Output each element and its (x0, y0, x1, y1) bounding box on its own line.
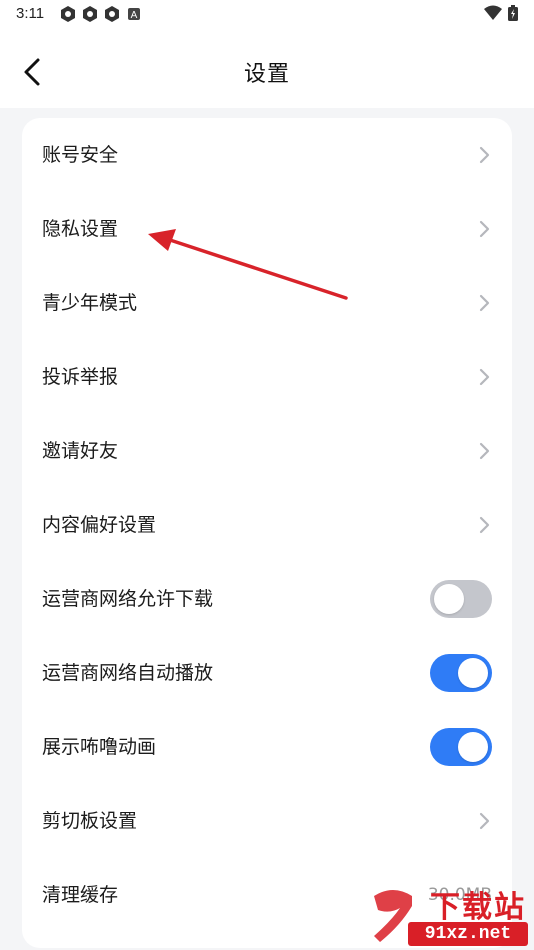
mobile-download-toggle[interactable] (430, 580, 492, 618)
wifi-icon (484, 5, 502, 20)
page-title: 设置 (243, 62, 290, 87)
mobile-autoplay-toggle[interactable] (430, 654, 492, 692)
toggle-knob (458, 732, 488, 762)
settings-item-account-security[interactable]: 账号安全 (22, 118, 512, 192)
show-animation-toggle[interactable] (430, 728, 492, 766)
settings-item-label: 内容偏好设置 (42, 514, 157, 536)
settings-item-teen-mode[interactable]: 青少年模式 (22, 266, 512, 340)
settings-item-invite-friends[interactable]: 邀请好友 (22, 414, 512, 488)
toggle-knob (458, 658, 488, 688)
app-notification-icon (105, 6, 119, 22)
settings-item-label: 隐私设置 (42, 218, 119, 240)
settings-item-clipboard[interactable]: 剪切板设置 (22, 784, 512, 858)
settings-item-label: 青少年模式 (42, 292, 138, 314)
settings-item-label: 账号安全 (42, 144, 119, 166)
a-badge-letter: A (131, 10, 138, 21)
chevron-right-icon (479, 442, 490, 460)
settings-item-label: 清理缓存 (42, 884, 119, 906)
settings-item-mobile-autoplay: 运营商网络自动播放 (22, 636, 512, 710)
chevron-right-icon (479, 294, 490, 312)
chevron-right-icon (479, 516, 490, 534)
watermark-text: 下载站 (430, 890, 526, 925)
settings-item-label: 投诉举报 (42, 366, 119, 388)
settings-item-label: 剪切板设置 (42, 810, 138, 832)
watermark-domain: 91xz.net (408, 922, 528, 946)
top-app-bar: 设置 (0, 30, 534, 108)
app-notification-icon (83, 6, 97, 22)
settings-item-privacy[interactable]: 隐私设置 (22, 192, 512, 266)
settings-item-report[interactable]: 投诉举报 (22, 340, 512, 414)
chevron-right-icon (479, 368, 490, 386)
a-badge-icon: A (128, 8, 140, 21)
battery-icon (508, 5, 518, 21)
status-system-icons (484, 5, 518, 21)
settings-item-label: 邀请好友 (42, 440, 119, 462)
settings-item-label: 运营商网络自动播放 (42, 662, 214, 684)
chevron-right-icon (479, 146, 490, 164)
settings-item-label: 运营商网络允许下载 (42, 588, 214, 610)
status-time: 3:11 (16, 5, 45, 22)
app-notification-icon (61, 6, 75, 22)
settings-item-show-animation: 展示咘噜动画 (22, 710, 512, 784)
chevron-right-icon (479, 220, 490, 238)
settings-item-label: 展示咘噜动画 (42, 736, 157, 758)
settings-item-content-preferences[interactable]: 内容偏好设置 (22, 488, 512, 562)
settings-item-mobile-download: 运营商网络允许下载 (22, 562, 512, 636)
settings-list: 账号安全 隐私设置 青少年模式 投诉举报 邀请好友 内容偏好设置 运营商网络允许… (22, 118, 512, 948)
status-notification-icons: A (60, 6, 142, 22)
chevron-right-icon (479, 812, 490, 830)
status-bar: 3:11 A (0, 0, 534, 30)
toggle-knob (434, 584, 464, 614)
watermark: 下载站 91xz.net (366, 878, 534, 950)
